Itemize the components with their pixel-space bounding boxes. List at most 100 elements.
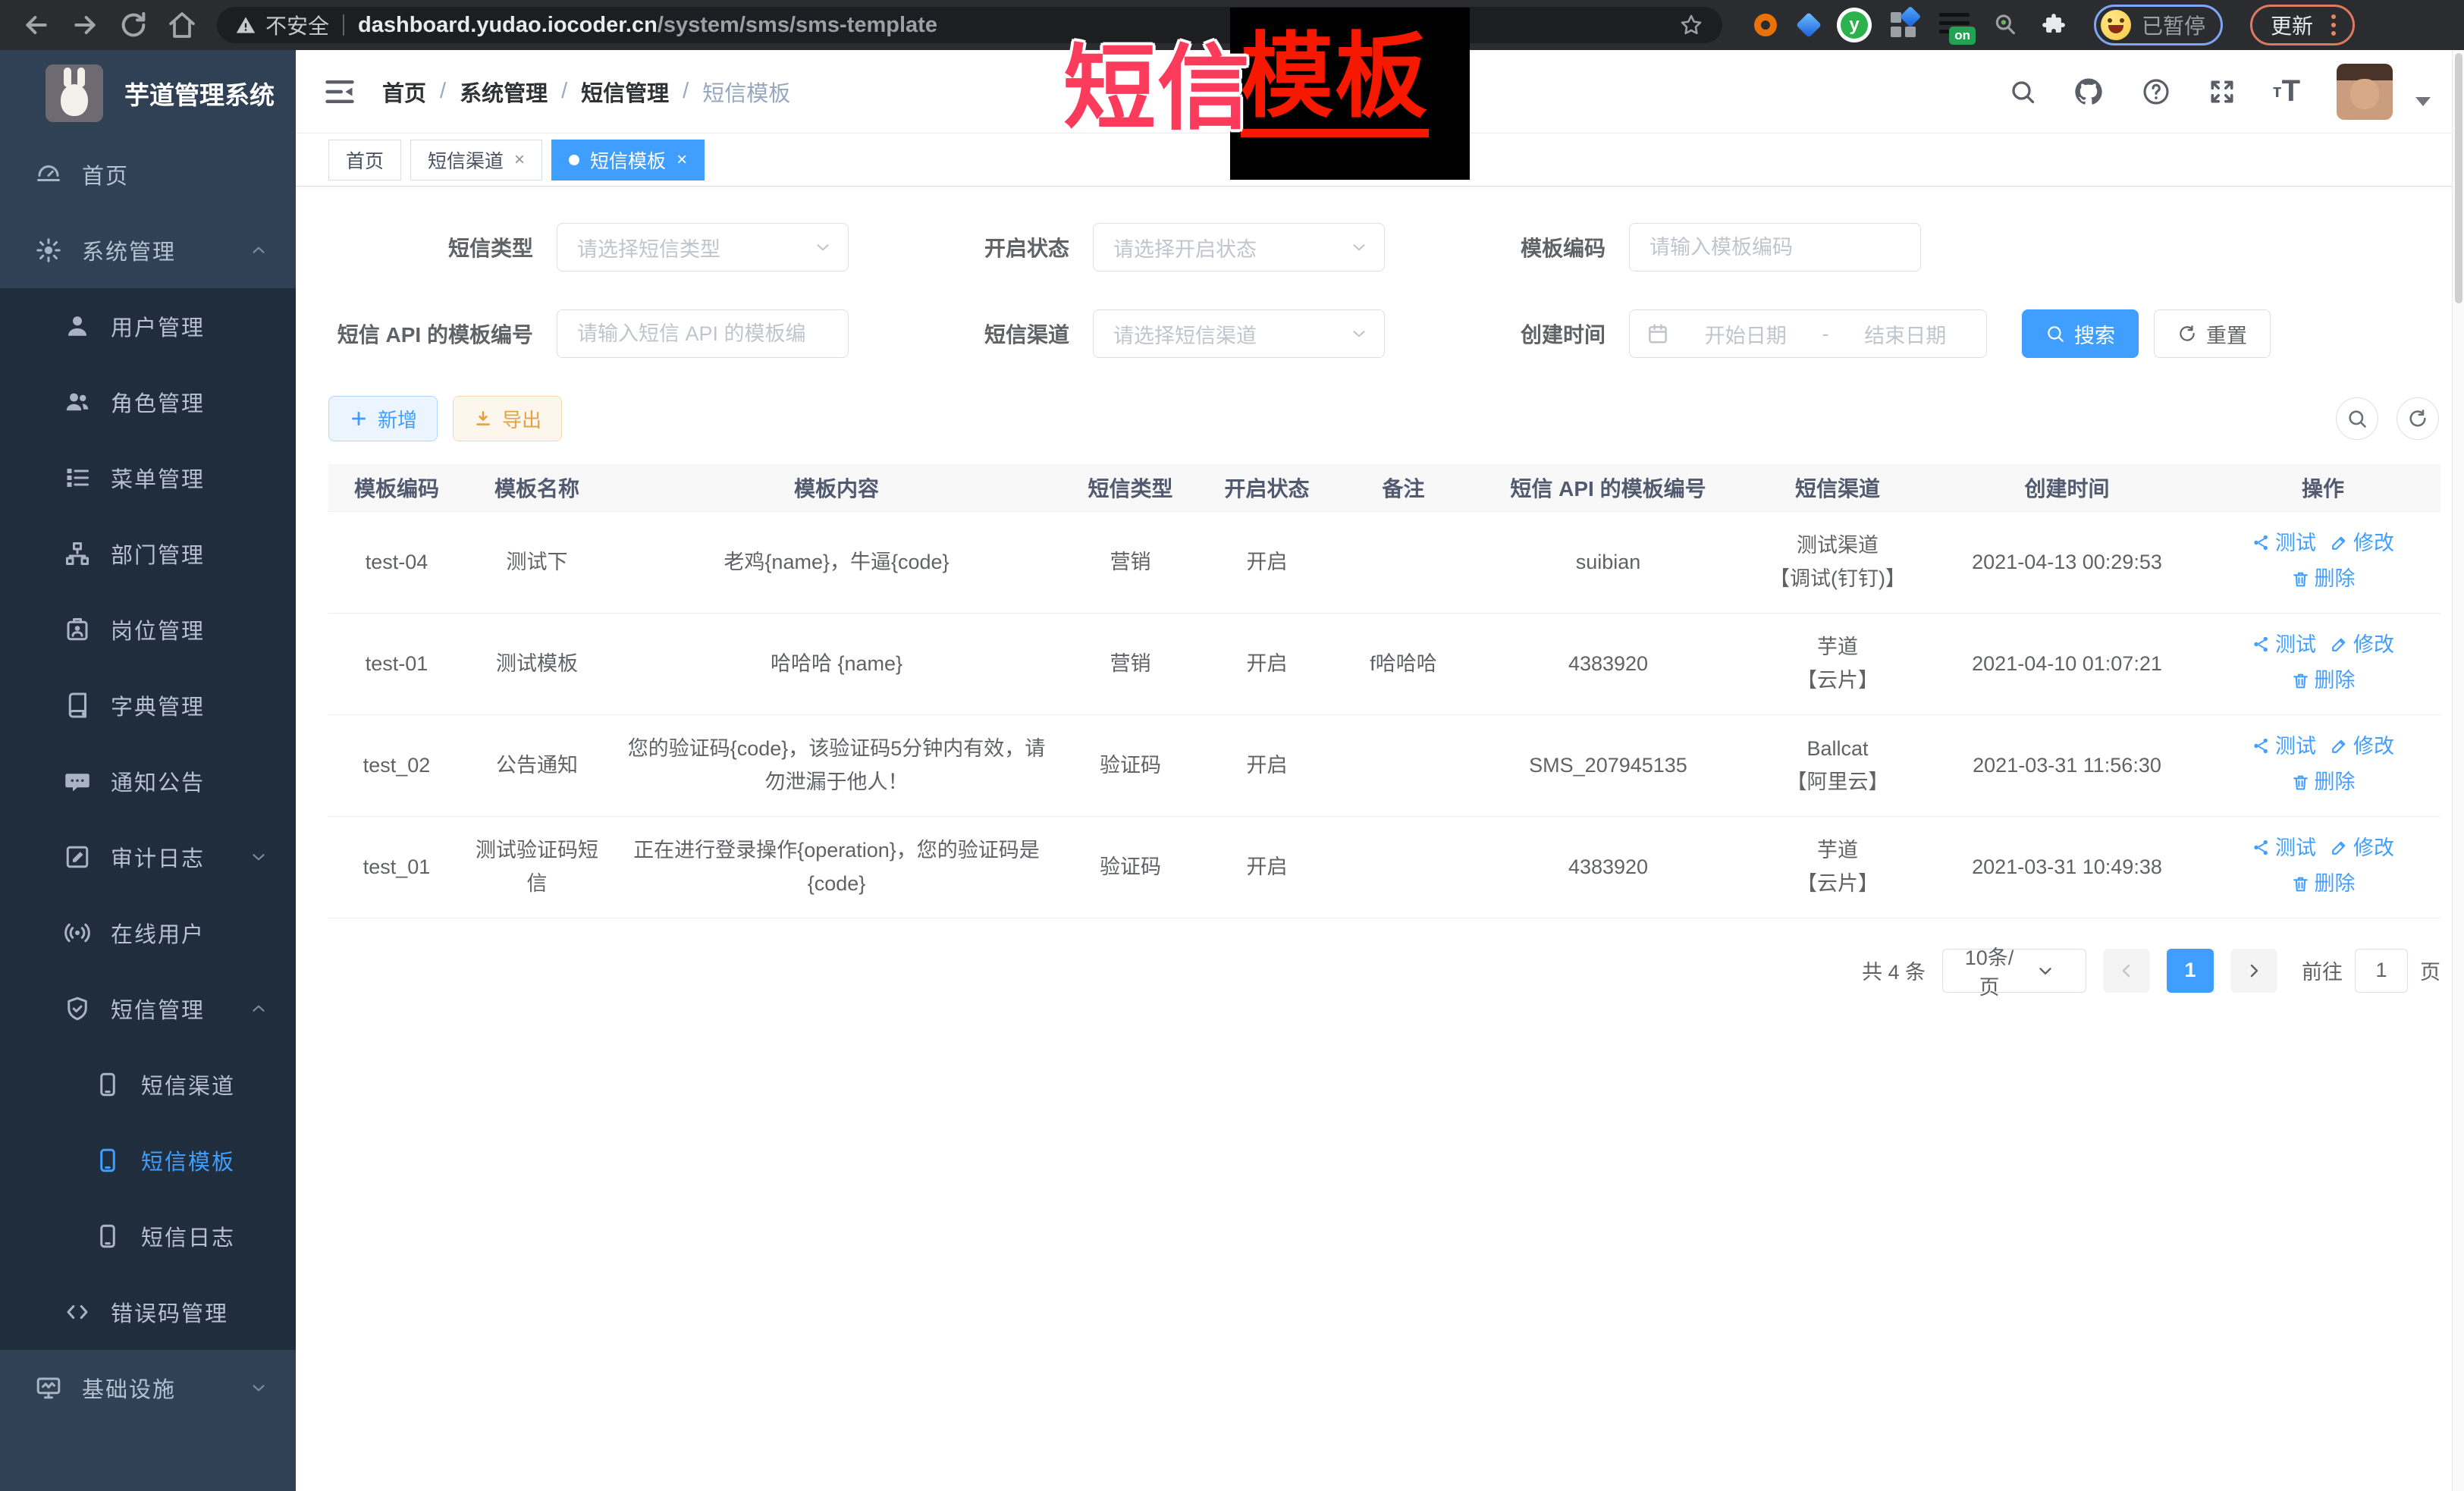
sidebar-item-通知公告[interactable]: 通知公告 <box>0 743 296 819</box>
filter-daterange[interactable]: 开始日期-结束日期 <box>1629 309 1987 358</box>
browser-reload-icon[interactable] <box>118 10 149 40</box>
extension-orange-ring-icon[interactable] <box>1754 14 1777 36</box>
action-测试-link[interactable]: 测试 <box>2252 730 2316 763</box>
filter-input-短信 API 的模板编号[interactable] <box>557 309 849 358</box>
page-scrollbar[interactable] <box>2452 50 2464 1491</box>
sidebar-item-基础设施[interactable]: 基础设施 <box>0 1350 296 1426</box>
cell-type: 营销 <box>1064 613 1197 714</box>
tab-close-icon[interactable]: × <box>514 151 525 169</box>
sidebar-item-菜单管理[interactable]: 菜单管理 <box>0 440 296 516</box>
action-删除-link[interactable]: 删除 <box>2291 664 2356 697</box>
filter-label: 短信渠道 <box>865 319 1069 349</box>
action-测试-link[interactable]: 测试 <box>2252 628 2316 661</box>
url-path: /system/sms/sms-template <box>658 13 937 37</box>
filter-select-短信渠道[interactable]: 请选择短信渠道 <box>1093 309 1385 358</box>
extensions-puzzle-icon[interactable] <box>2041 12 2067 38</box>
sidebar-item-短信日志[interactable]: 短信日志 <box>0 1198 296 1274</box>
browser-forward-icon[interactable] <box>70 10 100 40</box>
action-修改-link[interactable]: 修改 <box>2330 526 2394 560</box>
extension-magnifier-icon[interactable] <box>1992 12 2018 38</box>
profile-paused-pill[interactable]: 已暂停 <box>2094 5 2223 46</box>
sidebar-item-系统管理[interactable]: 系统管理 <box>0 212 296 288</box>
sidebar-item-岗位管理[interactable]: 岗位管理 <box>0 592 296 667</box>
breadcrumb-item[interactable]: 系统管理 <box>460 76 548 108</box>
sidebar-item-短信管理[interactable]: 短信管理 <box>0 971 296 1047</box>
next-page-button[interactable] <box>2230 949 2277 993</box>
sidebar-item-在线用户[interactable]: 在线用户 <box>0 895 296 971</box>
font-size-icon[interactable]: тT <box>2273 74 2300 108</box>
sidebar-item-用户管理[interactable]: 用户管理 <box>0 288 296 364</box>
action-删除-link[interactable]: 删除 <box>2291 562 2356 595</box>
sidebar-item-label: 菜单管理 <box>111 462 205 494</box>
action-label: 测试 <box>2275 628 2316 661</box>
sidebar-fold-icon[interactable] <box>323 75 356 108</box>
current-page-button[interactable]: 1 <box>2167 949 2214 993</box>
tab-close-icon[interactable]: × <box>676 151 687 169</box>
action-删除-link[interactable]: 删除 <box>2291 765 2356 799</box>
reset-button[interactable]: 重置 <box>2154 309 2271 358</box>
not-secure-warning-icon <box>235 14 256 36</box>
cell-channel: 芋道【云片】 <box>1747 816 1929 918</box>
table-refresh-button[interactable] <box>2397 397 2439 440</box>
sidebar-item-短信模板[interactable]: 短信模板 <box>0 1122 296 1198</box>
cell-status: 开启 <box>1197 714 1337 816</box>
sidebar-item-首页[interactable]: 首页 <box>0 137 296 212</box>
action-测试-link[interactable]: 测试 <box>2252 831 2316 865</box>
address-bar[interactable]: 不安全 dashboard.yudao.iocoder.cn/system/sm… <box>217 7 1722 43</box>
scrollbar-thumb[interactable] <box>2455 53 2462 303</box>
extension-green-y-icon[interactable]: y <box>1841 11 1868 39</box>
chevron-down-icon <box>2017 961 2073 981</box>
sidebar-item-审计日志[interactable]: 审计日志 <box>0 819 296 895</box>
extension-grid-icon[interactable] <box>1891 12 1916 38</box>
action-修改-link[interactable]: 修改 <box>2330 831 2394 865</box>
breadcrumb-separator: / <box>561 79 567 104</box>
channel-name: 芋道 <box>1756 833 1919 867</box>
action-测试-link[interactable]: 测试 <box>2252 526 2316 560</box>
avatar-caret-icon[interactable] <box>2415 97 2431 106</box>
prev-page-button[interactable] <box>2103 949 2150 993</box>
filter-select-短信类型[interactable]: 请选择短信类型 <box>557 223 849 272</box>
breadcrumb-item[interactable]: 短信管理 <box>581 76 669 108</box>
bookmark-star-icon[interactable] <box>1678 12 1704 38</box>
filter-select-开启状态[interactable]: 请选择开启状态 <box>1093 223 1385 272</box>
add-button[interactable]: 新增 <box>328 396 438 441</box>
filter-input-模板编码[interactable] <box>1629 223 1921 272</box>
header-search-icon[interactable] <box>2009 78 2036 105</box>
browser-update-pill[interactable]: 更新 <box>2250 5 2355 46</box>
tab-首页[interactable]: 首页 <box>328 140 401 180</box>
action-删除-link[interactable]: 删除 <box>2291 867 2356 900</box>
help-icon[interactable] <box>2141 77 2171 107</box>
browser-home-icon[interactable] <box>167 10 197 40</box>
tab-短信模板[interactable]: 短信模板× <box>551 140 705 180</box>
sidebar-item-label: 短信模板 <box>141 1144 235 1176</box>
paused-label: 已暂停 <box>2142 10 2205 40</box>
action-修改-link[interactable]: 修改 <box>2330 628 2394 661</box>
app-logo[interactable]: 芋道管理系统 <box>0 50 296 137</box>
dictionary-icon <box>64 692 91 719</box>
fullscreen-icon[interactable] <box>2208 77 2236 106</box>
sidebar-item-角色管理[interactable]: 角色管理 <box>0 364 296 440</box>
extension-blue-diamond-icon[interactable] <box>1796 12 1822 38</box>
sidebar-item-短信渠道[interactable]: 短信渠道 <box>0 1047 296 1122</box>
breadcrumb-item[interactable]: 首页 <box>382 76 426 108</box>
goto-page-input[interactable] <box>2355 949 2408 993</box>
sidebar-item-label: 在线用户 <box>111 917 205 949</box>
sidebar-item-字典管理[interactable]: 字典管理 <box>0 667 296 743</box>
github-icon[interactable] <box>2073 76 2105 108</box>
sidebar-item-错误码管理[interactable]: 错误码管理 <box>0 1274 296 1350</box>
channel-name: 测试渠道 <box>1756 529 1919 562</box>
sidebar-item-label: 字典管理 <box>111 689 205 721</box>
tab-短信渠道[interactable]: 短信渠道× <box>410 140 542 180</box>
browser-menu-icon[interactable] <box>2327 14 2340 36</box>
page-size-select[interactable]: 10条/页 <box>1942 949 2086 993</box>
browser-back-icon[interactable] <box>21 10 52 40</box>
column-header-短信渠道: 短信渠道 <box>1747 464 1929 511</box>
extension-list-icon[interactable]: on <box>1939 11 1970 39</box>
table-search-toggle-button[interactable] <box>2336 397 2378 440</box>
sidebar-item-部门管理[interactable]: 部门管理 <box>0 516 296 592</box>
action-修改-link[interactable]: 修改 <box>2330 730 2394 763</box>
export-button[interactable]: 导出 <box>453 396 562 441</box>
cell-type: 验证码 <box>1064 714 1197 816</box>
search-button[interactable]: 搜索 <box>2022 309 2139 358</box>
user-avatar[interactable] <box>2337 64 2393 120</box>
